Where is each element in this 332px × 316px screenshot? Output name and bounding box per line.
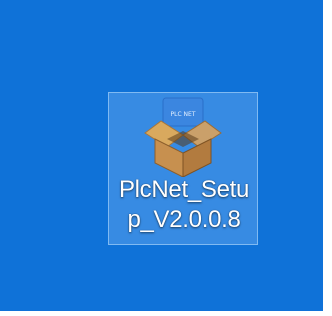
desktop-icon-plcnet-setup[interactable]: PLC NET PlcNet_Setu p_V2.0.0.8 [108,92,258,245]
package-box-icon: PLC NET [137,95,229,178]
desktop-icon-label: PlcNet_Setu p_V2.0.0.8 [109,175,259,235]
screen-edge-right [323,0,332,316]
icon-tag-text: PLC NET [170,111,195,118]
screen-edge-bottom [0,311,332,316]
label-line-2: p_V2.0.0.8 [127,206,241,233]
label-line-1: PlcNet_Setu [118,176,250,203]
desktop-background[interactable]: PLC NET PlcNet_Setu p_V2.0.0.8 [0,0,332,316]
